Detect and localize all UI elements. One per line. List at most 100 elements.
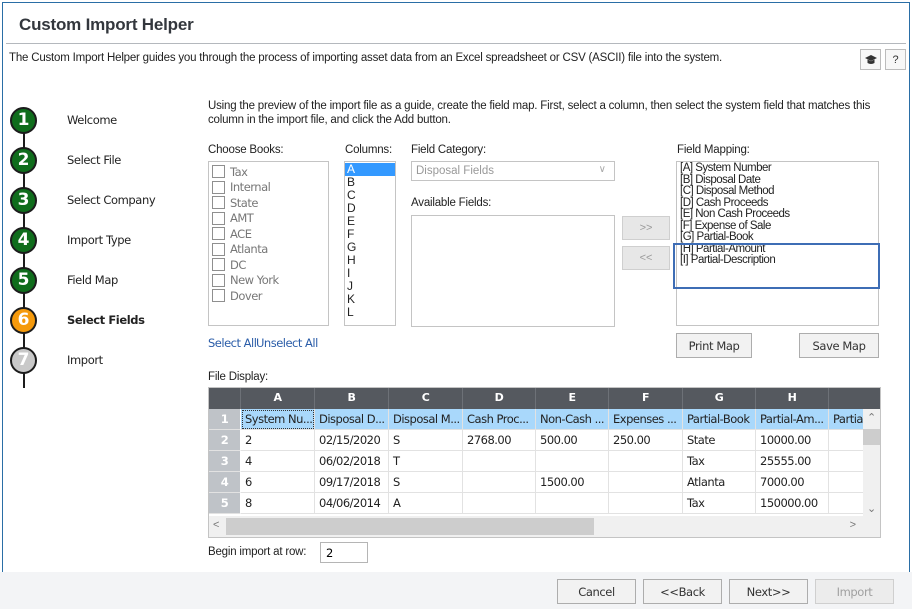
grid-cell[interactable]: S (389, 472, 463, 493)
grid-cell[interactable]: 150000.00 (756, 493, 829, 514)
columns-list[interactable]: A B C D E F G H I J K L (344, 161, 396, 326)
checkbox[interactable] (212, 165, 225, 179)
scroll-left-icon[interactable]: < (213, 519, 219, 531)
grid-cell[interactable]: Partial-Book (683, 409, 756, 430)
row-number[interactable]: 4 (209, 472, 241, 493)
grid-cell[interactable]: System Nu... (241, 409, 315, 430)
column-header[interactable]: I (829, 388, 880, 409)
grid-cell[interactable]: Atlanta (683, 472, 756, 493)
grid-cell[interactable]: 04/06/2014 (315, 493, 389, 514)
tutorial-button[interactable] (860, 49, 881, 70)
print-map-button[interactable]: Print Map (676, 333, 752, 358)
grid-cell[interactable] (536, 451, 609, 472)
grid-cell[interactable]: 1500.00 (536, 472, 609, 493)
grid-cell[interactable]: 2768.00 (463, 430, 536, 451)
column-item[interactable]: H (345, 254, 395, 267)
grid-cell[interactable]: Tax (683, 493, 756, 514)
column-header[interactable]: B (315, 388, 389, 409)
grid-cell[interactable]: 7000.00 (756, 472, 829, 493)
grid-cell[interactable] (609, 493, 683, 514)
grid-cell[interactable]: Disposal D... (315, 409, 389, 430)
scrollbar-thumb[interactable] (226, 518, 594, 535)
grid-cell[interactable] (609, 472, 683, 493)
grid-cell[interactable]: 02/15/2020 (315, 430, 389, 451)
checkbox[interactable] (212, 196, 225, 210)
book-item-tax[interactable]: Tax (212, 164, 325, 180)
checkbox[interactable] (212, 258, 225, 272)
book-item-dc[interactable]: DC (212, 257, 325, 273)
checkbox[interactable] (212, 227, 225, 241)
horizontal-scrollbar[interactable]: < > (209, 516, 880, 537)
grid-cell[interactable]: 500.00 (536, 430, 609, 451)
scroll-up-icon[interactable]: ⌃ (867, 411, 876, 424)
field-category-select[interactable]: Disposal Fields ∨ (411, 161, 615, 181)
grid-cell[interactable]: 10000.00 (756, 430, 829, 451)
grid-cell[interactable] (463, 493, 536, 514)
grid-cell[interactable] (536, 493, 609, 514)
begin-import-row-input[interactable] (320, 542, 368, 563)
grid-cell[interactable]: Non-Cash ... (536, 409, 609, 430)
book-item-atlanta[interactable]: Atlanta (212, 242, 325, 258)
scroll-down-icon[interactable]: ⌄ (867, 502, 876, 515)
add-field-button[interactable]: >> (622, 216, 670, 240)
table-row[interactable]: 4 6 09/17/2018 S 1500.00 Atlanta 7000.00 (209, 472, 880, 493)
row-number[interactable]: 5 (209, 493, 241, 514)
grid-cell[interactable]: 6 (241, 472, 315, 493)
scroll-right-icon[interactable]: > (850, 519, 856, 531)
mapping-item[interactable]: [G] Partial-Book (680, 231, 875, 244)
grid-cell[interactable]: S (389, 430, 463, 451)
checkbox[interactable] (212, 273, 225, 287)
mapping-item[interactable]: [C] Disposal Method (680, 185, 875, 198)
cancel-button[interactable]: Cancel (557, 579, 636, 604)
unselect-all-link[interactable]: Unselect All (256, 336, 318, 350)
row-number[interactable]: 1 (209, 409, 241, 430)
grid-cell[interactable]: 2 (241, 430, 315, 451)
help-button[interactable]: ? (885, 49, 906, 70)
checkbox[interactable] (212, 211, 225, 225)
column-header[interactable]: H (756, 388, 829, 409)
remove-field-button[interactable]: << (622, 246, 670, 270)
grid-cell[interactable]: Disposal M... (389, 409, 463, 430)
grid-cell[interactable] (463, 451, 536, 472)
column-header[interactable]: F (609, 388, 683, 409)
import-button[interactable]: Import (815, 579, 894, 604)
grid-cell[interactable]: 09/17/2018 (315, 472, 389, 493)
book-item-dover[interactable]: Dover (212, 288, 325, 304)
file-display-grid[interactable]: A B C D E F G H I 1System Nu...Disposal … (208, 387, 881, 538)
grid-cell[interactable]: Expenses ... (609, 409, 683, 430)
grid-cell[interactable]: 8 (241, 493, 315, 514)
grid-cell[interactable] (463, 472, 536, 493)
book-item-new-york[interactable]: New York (212, 273, 325, 289)
vertical-scrollbar[interactable]: ⌃ ⌄ (863, 409, 880, 517)
grid-cell[interactable] (609, 451, 683, 472)
grid-cell[interactable]: 4 (241, 451, 315, 472)
grid-cell[interactable]: Partial-Am... (756, 409, 829, 430)
grid-cell[interactable]: 06/02/2018 (315, 451, 389, 472)
mapping-item[interactable]: [E] Non Cash Proceeds (680, 208, 875, 221)
row-number[interactable]: 2 (209, 430, 241, 451)
table-row[interactable]: 5 8 04/06/2014 A Tax 150000.00 (209, 493, 880, 514)
column-header[interactable]: A (241, 388, 315, 409)
row-number[interactable]: 3 (209, 451, 241, 472)
column-header[interactable]: G (683, 388, 756, 409)
column-header[interactable]: D (463, 388, 536, 409)
grid-cell[interactable]: Tax (683, 451, 756, 472)
table-row[interactable]: 3 4 06/02/2018 T Tax 25555.00 (209, 451, 880, 472)
grid-cell[interactable]: 250.00 (609, 430, 683, 451)
save-map-button[interactable]: Save Map (799, 333, 879, 358)
column-item[interactable]: L (345, 306, 395, 319)
checkbox[interactable] (212, 242, 225, 256)
grid-cell[interactable]: T (389, 451, 463, 472)
select-all-link[interactable]: Select All (208, 336, 257, 350)
table-row[interactable]: 2 2 02/15/2020 S 2768.00 500.00 250.00 State 100… (209, 430, 880, 451)
book-item-amt[interactable]: AMT (212, 211, 325, 227)
back-button[interactable]: <<Back (643, 579, 722, 604)
book-item-state[interactable]: State (212, 195, 325, 211)
next-button[interactable]: Next>> (729, 579, 808, 604)
column-header[interactable]: C (389, 388, 463, 409)
grid-cell[interactable]: 25555.00 (756, 451, 829, 472)
book-item-internal[interactable]: Internal (212, 180, 325, 196)
checkbox[interactable] (212, 180, 225, 194)
mapping-item[interactable]: [A] System Number (680, 162, 875, 175)
checkbox[interactable] (212, 289, 225, 303)
